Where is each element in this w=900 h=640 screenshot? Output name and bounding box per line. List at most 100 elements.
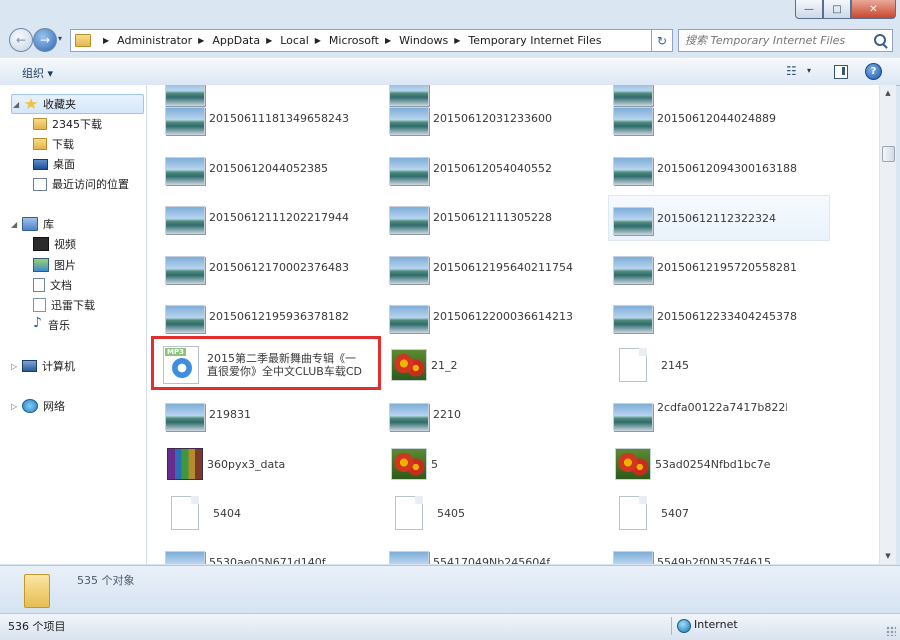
image-thumbnail-icon: [165, 551, 205, 564]
file-item[interactable]: 53ad0254Nfbd1bc7e: [595, 444, 811, 484]
file-item[interactable]: 5404: [147, 493, 363, 533]
file-item[interactable]: 20150612170002376483: [147, 247, 363, 287]
file-item[interactable]: 20150612195936378182: [147, 296, 363, 336]
sidebar-item-2345-downloads[interactable]: 2345下载: [33, 115, 102, 133]
recent-pages-dropdown[interactable]: ▾: [58, 34, 62, 43]
star-icon: [24, 98, 38, 109]
preview-pane-icon[interactable]: [834, 65, 848, 79]
file-name: 5405: [437, 506, 465, 520]
expand-arrow-icon[interactable]: ▷: [11, 402, 20, 411]
view-options-dropdown[interactable]: ▾: [807, 66, 811, 75]
breadcrumb-item[interactable]: Administrator ▶: [117, 34, 212, 47]
file-name: 20150612233404245378: [657, 309, 797, 323]
minimize-button[interactable]: —: [795, 0, 823, 19]
sidebar-item-thunder-downloads[interactable]: 迅雷下载: [33, 296, 95, 314]
file-item[interactable]: 2210: [371, 394, 587, 434]
file-item[interactable]: 20150612200036614213: [371, 296, 587, 336]
file-item[interactable]: 20150612054040552: [371, 148, 587, 188]
close-button[interactable]: ✕: [851, 0, 896, 19]
address-row: ← → ▾ ▶ Administrator ▶ AppData ▶ Local ▶ M…: [0, 24, 900, 56]
expand-arrow-icon[interactable]: ▷: [11, 362, 20, 371]
breadcrumb-item[interactable]: AppData ▶: [212, 34, 280, 47]
sidebar-item-videos[interactable]: 视频: [33, 235, 76, 253]
file-item[interactable]: 20150611181349658243: [147, 98, 363, 138]
organize-button[interactable]: 组织 ▾: [22, 65, 53, 81]
breadcrumb-item[interactable]: Local ▶: [280, 34, 329, 47]
back-button[interactable]: ←: [9, 28, 33, 52]
file-item[interactable]: 5549b2f0N357f4615: [595, 542, 811, 564]
forward-button[interactable]: →: [33, 28, 57, 52]
image-thumbnail-icon: [613, 157, 653, 185]
breadcrumb-arrow[interactable]: ▶: [97, 36, 117, 45]
file-item[interactable]: 20150612044024889: [595, 98, 811, 138]
sidebar-item-label: 下载: [52, 138, 74, 151]
object-count: 535 个对象: [77, 574, 135, 587]
file-item[interactable]: 5530ae05N671d140f: [147, 542, 363, 564]
file-item[interactable]: 20150612031233600: [371, 98, 587, 138]
blank-file-icon: [619, 348, 647, 382]
chevron-right-icon[interactable]: ▶: [385, 36, 391, 45]
file-name: 20150612054040552: [433, 161, 552, 175]
blank-file-icon: [395, 496, 423, 530]
file-item[interactable]: 20150612111305228: [371, 197, 587, 237]
file-item[interactable]: 21_2: [371, 345, 587, 385]
file-item[interactable]: 20150612111202217944: [147, 197, 363, 237]
scroll-up-button[interactable]: ▲: [880, 85, 896, 101]
chevron-right-icon[interactable]: ▶: [198, 36, 204, 45]
chevron-right-icon[interactable]: ▶: [315, 36, 321, 45]
image-thumbnail-icon: [165, 206, 205, 234]
file-item[interactable]: 20150612195720558281: [595, 247, 811, 287]
file-item[interactable]: 5405: [371, 493, 587, 533]
folder-icon: [75, 34, 91, 47]
file-name: 20150612200036614213: [433, 309, 573, 323]
file-item[interactable]: 20150612233404245378: [595, 296, 811, 336]
vertical-scrollbar[interactable]: ▲ ▼: [879, 85, 896, 564]
scroll-down-button[interactable]: ▼: [880, 548, 896, 564]
file-item[interactable]: 55417049Nb245604f: [371, 542, 587, 564]
address-bar[interactable]: ▶ Administrator ▶ AppData ▶ Local ▶ Microso…: [70, 29, 672, 52]
search-icon[interactable]: [874, 34, 886, 46]
breadcrumb-item[interactable]: Windows ▶: [399, 34, 468, 47]
sidebar-item-music[interactable]: 音乐: [33, 315, 70, 334]
image-thumbnail-icon: [389, 206, 429, 234]
breadcrumb-item[interactable]: Microsoft ▶: [329, 34, 399, 47]
scroll-thumb[interactable]: [882, 146, 895, 162]
breadcrumb-item[interactable]: Temporary Internet Files: [468, 34, 601, 47]
change-view-icon[interactable]: ☷: [786, 64, 797, 78]
file-item[interactable]: 2145: [595, 345, 811, 385]
help-icon[interactable]: ?: [865, 63, 882, 80]
globe-icon: [677, 619, 691, 633]
file-item[interactable]: 2cdfa00122a7417b822bcc5f2739ceb0: [595, 394, 811, 434]
refresh-button[interactable]: ↻: [651, 29, 673, 52]
image-thumbnail-icon: [613, 403, 653, 431]
maximize-button[interactable]: □: [823, 0, 851, 19]
expand-arrow-icon[interactable]: ◢: [13, 100, 22, 109]
file-item[interactable]: 360pyx3_data: [147, 444, 363, 484]
file-item-hovered[interactable]: 20150612112322324: [608, 195, 830, 241]
sidebar-item-libraries[interactable]: ◢ 库: [11, 215, 54, 233]
file-item[interactable]: 5407: [595, 493, 811, 533]
search-input[interactable]: [679, 33, 877, 48]
file-item[interactable]: 20150612094300163188: [595, 148, 811, 188]
desktop-icon: [33, 158, 48, 170]
sidebar-item-pictures[interactable]: 图片: [33, 256, 76, 274]
sidebar-item-downloads[interactable]: 下载: [33, 135, 74, 153]
sidebar-item-network[interactable]: ▷ 网络: [11, 397, 65, 415]
chevron-right-icon[interactable]: ▶: [454, 36, 460, 45]
file-item[interactable]: 5: [371, 444, 587, 484]
expand-arrow-icon[interactable]: ◢: [11, 220, 20, 229]
file-item[interactable]: 20150612044052385: [147, 148, 363, 188]
sidebar-item-favorites[interactable]: ◢ 收藏夹: [11, 94, 144, 114]
sidebar-item-desktop[interactable]: 桌面: [33, 155, 75, 173]
sidebar-item-documents[interactable]: 文档: [33, 276, 72, 294]
file-item[interactable]: 20150612195640211754: [371, 247, 587, 287]
file-item[interactable]: 219831: [147, 394, 363, 434]
security-zone: Internet: [694, 618, 738, 631]
search-box[interactable]: [678, 29, 893, 52]
image-thumbnail-icon: [613, 256, 653, 284]
file-name: 53ad0254Nfbd1bc7e: [655, 457, 771, 471]
resize-grip[interactable]: [886, 626, 896, 636]
sidebar-item-recent-places[interactable]: 最近访问的位置: [33, 175, 129, 193]
sidebar-item-computer[interactable]: ▷ 计算机: [11, 357, 75, 375]
chevron-right-icon[interactable]: ▶: [266, 36, 272, 45]
